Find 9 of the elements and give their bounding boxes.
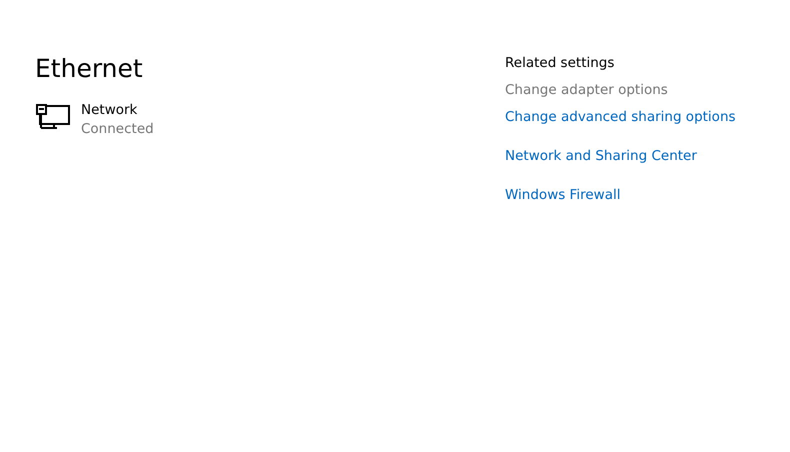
section-heading: Related settings (505, 54, 614, 73)
settings-link[interactable]: Change advanced sharing options (505, 107, 736, 127)
network-name: Network (81, 101, 138, 120)
network-status: Connected (81, 120, 154, 139)
settings-link[interactable]: Network and Sharing Center (505, 146, 697, 166)
network-item[interactable]: Network Connected (35, 101, 154, 139)
settings-link[interactable]: Windows Firewall (505, 185, 620, 205)
network-monitor-icon (35, 103, 71, 131)
page-title: Ethernet (35, 53, 144, 85)
